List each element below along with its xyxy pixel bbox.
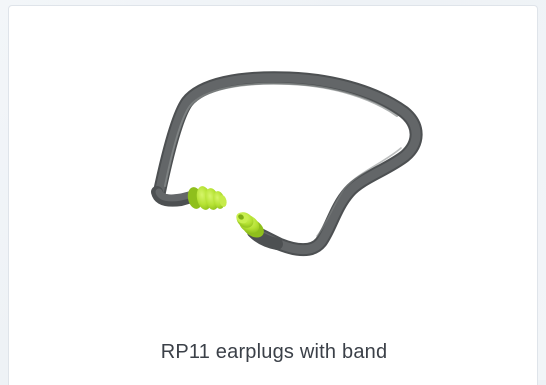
product-card[interactable]: RP11 earplugs with band	[8, 5, 538, 385]
product-caption[interactable]: RP11 earplugs with band	[9, 340, 539, 364]
earplugs-band-illustration	[151, 71, 423, 257]
product-image	[9, 6, 539, 326]
left-earplug	[187, 186, 227, 210]
